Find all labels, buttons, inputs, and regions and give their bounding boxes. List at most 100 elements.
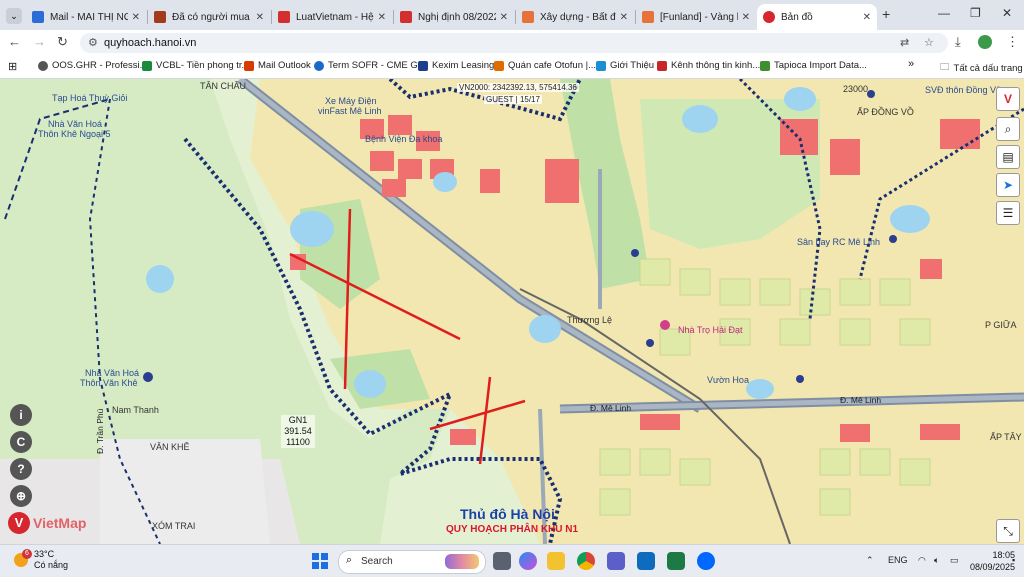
download-icon[interactable]: ⤓ (955, 34, 961, 50)
map-label: Sân bay RC Mê Linh (797, 237, 881, 247)
close-icon[interactable]: ✕ (378, 12, 386, 23)
task-view-icon[interactable] (493, 552, 511, 570)
folder-icon: 🗀 (940, 62, 950, 73)
close-window-icon[interactable]: ✕ (1002, 6, 1012, 20)
tab-label: Bản đồ (781, 11, 813, 23)
clock[interactable]: 18:05 08/09/2025 (970, 549, 1015, 573)
minimize-icon[interactable]: — (938, 6, 950, 20)
address-bar[interactable]: ⚙ quyhoach.hanoi.vn ⇄ ☆ (80, 33, 948, 53)
map-label: P GIỮA (985, 320, 1017, 330)
locate-icon[interactable]: ➤ (996, 173, 1020, 197)
copilot-icon[interactable] (519, 552, 537, 570)
taskbar: 6 33°C Có nắng ⌕ Search ⌃ ENG ◠ 🔈︎ ▭ 18:… (0, 544, 1024, 577)
bookmark-star-icon[interactable]: ☆ (924, 36, 934, 49)
menu-icon[interactable]: ⋮ (1006, 34, 1019, 50)
bookmark-item[interactable]: Giới Thiệu (596, 60, 654, 71)
luatvietnam-icon (278, 11, 290, 23)
map-label: XÓM TRAI (152, 521, 196, 531)
vietmap-logo: V VietMap (8, 512, 86, 534)
tab-ban-do[interactable]: Bản đồ ✕ (757, 4, 877, 30)
chrome-icon[interactable] (577, 552, 595, 570)
url-text[interactable]: quyhoach.hanoi.vn (104, 37, 196, 49)
bookmark-favicon (657, 60, 667, 71)
bookmark-item[interactable]: Quán cafe Otofun |... (494, 60, 596, 71)
weather-widget[interactable]: 6 33°C Có nắng (14, 549, 68, 571)
fullscreen-icon[interactable]: ⤡ (996, 519, 1020, 543)
help-button[interactable]: ? (10, 458, 32, 480)
map-label: Thượng Lệ (567, 315, 612, 325)
volume-icon[interactable]: 🔈︎ (934, 555, 939, 566)
copyright-button[interactable]: C (10, 431, 32, 453)
map-label: ẤP ĐỒNG VỒ (857, 107, 914, 117)
tab-label: Xây dựng - Bất động (540, 11, 616, 23)
map-label: Nam Thanh (112, 405, 159, 415)
map-label: Nhà Trọ Hải Đạt (678, 325, 743, 335)
guest-indicator: GUEST | 15/17 (484, 95, 542, 104)
map-icon (763, 11, 775, 23)
tab-mail[interactable]: Mail - MAI THỊ NGỌC ✕ (26, 4, 146, 30)
document-icon (400, 11, 412, 23)
new-tab-button[interactable]: + (882, 6, 890, 22)
maximize-icon[interactable]: ❐ (970, 6, 981, 20)
road-label: Đ. Mê Linh (590, 403, 632, 413)
taskbar-search[interactable]: ⌕ Search (338, 550, 486, 574)
bookmark-item[interactable]: Term SOFR - CME G... (314, 60, 426, 71)
bookmark-item[interactable]: Kexim Leasing (418, 60, 494, 71)
tab-funland[interactable]: [Funland] - Vàng lại t ✕ (636, 4, 756, 30)
bookmark-item[interactable]: Kênh thông tin kinh... (657, 60, 760, 71)
bookmarks-more[interactable]: » (908, 58, 914, 70)
close-icon[interactable]: ✕ (620, 12, 628, 23)
reload-icon[interactable]: ↻ (57, 34, 68, 50)
close-icon[interactable]: ✕ (742, 12, 750, 23)
bookmark-favicon (38, 60, 48, 71)
bookmark-item[interactable]: OOS.GHR - Professi... (38, 60, 148, 71)
translate-icon[interactable]: ⇄ (900, 36, 909, 49)
info-button[interactable]: i (10, 404, 32, 426)
tab-article[interactable]: Đã có người mua du ✕ (148, 4, 270, 30)
language-indicator[interactable]: ENG (888, 555, 908, 565)
back-icon[interactable]: ← (8, 34, 21, 49)
close-icon[interactable]: ✕ (256, 12, 264, 23)
close-icon[interactable]: ✕ (500, 12, 508, 23)
tab-label: Nghị định 08/2022/N (418, 11, 496, 23)
funland-icon (154, 11, 166, 23)
excel-icon[interactable] (667, 552, 685, 570)
notification-icon[interactable]: ▪ (1012, 555, 1015, 565)
apps-icon[interactable]: ⊞ (8, 60, 17, 73)
zalo-icon[interactable] (697, 552, 715, 570)
map-label: Nhà Văn Hoá (85, 368, 140, 378)
bookmark-item[interactable]: Mail Outlook (244, 60, 311, 71)
zoom-search-icon[interactable]: ⌕ (996, 117, 1020, 141)
plan-title: Thủ đô Hà Nội (460, 506, 555, 522)
street-view-icon[interactable]: ☰ (996, 201, 1020, 225)
tab-xay-dung[interactable]: Xây dựng - Bất động ✕ (516, 4, 634, 30)
teams-icon[interactable] (607, 552, 625, 570)
profile-avatar[interactable] (978, 35, 992, 49)
close-icon[interactable]: ✕ (863, 12, 871, 23)
forward-icon[interactable]: → (33, 34, 46, 49)
start-button[interactable] (312, 553, 328, 569)
layers-icon[interactable]: ▤ (996, 145, 1020, 169)
tab-nghi-dinh[interactable]: Nghị định 08/2022/N ✕ (394, 4, 514, 30)
file-explorer-icon[interactable] (547, 552, 565, 570)
wifi-icon[interactable]: ◠ (918, 555, 926, 566)
vietmap-logo-button[interactable]: V (996, 87, 1020, 111)
close-icon[interactable]: ✕ (132, 12, 140, 23)
tab-search-button[interactable]: ⌄ (6, 8, 22, 24)
outlook-icon[interactable] (637, 552, 655, 570)
bookmark-favicon (314, 60, 324, 71)
coordinate-readout: VN2000: 2342392.13, 575414.36 (457, 83, 579, 92)
globe-button[interactable]: ⊕ (10, 485, 32, 507)
planning-map[interactable]: VN2000: 2342392.13, 575414.36 GUEST | 15… (0, 79, 1024, 544)
plan-subtitle: QUY HOẠCH PHÂN KHU N1 (446, 524, 579, 535)
bookmark-item[interactable]: Tapioca Import Data... (760, 60, 867, 71)
battery-icon[interactable]: ▭ (950, 555, 959, 566)
show-hidden-icons[interactable]: ⌃ (866, 555, 874, 566)
forum-icon (642, 11, 654, 23)
tab-luatvietnam[interactable]: LuatVietnam - Hệ thố ✕ (272, 4, 392, 30)
all-bookmarks[interactable]: 🗀 Tất cả dấu trang (940, 60, 1023, 76)
site-info-icon[interactable]: ⚙ (88, 36, 98, 49)
map-canvas[interactable] (0, 79, 1024, 544)
bookmark-item[interactable]: VCBL- Tiền phong tr... (142, 60, 249, 71)
tab-strip: ⌄ Mail - MAI THỊ NGỌC ✕ Đã có người mua … (0, 0, 1024, 30)
